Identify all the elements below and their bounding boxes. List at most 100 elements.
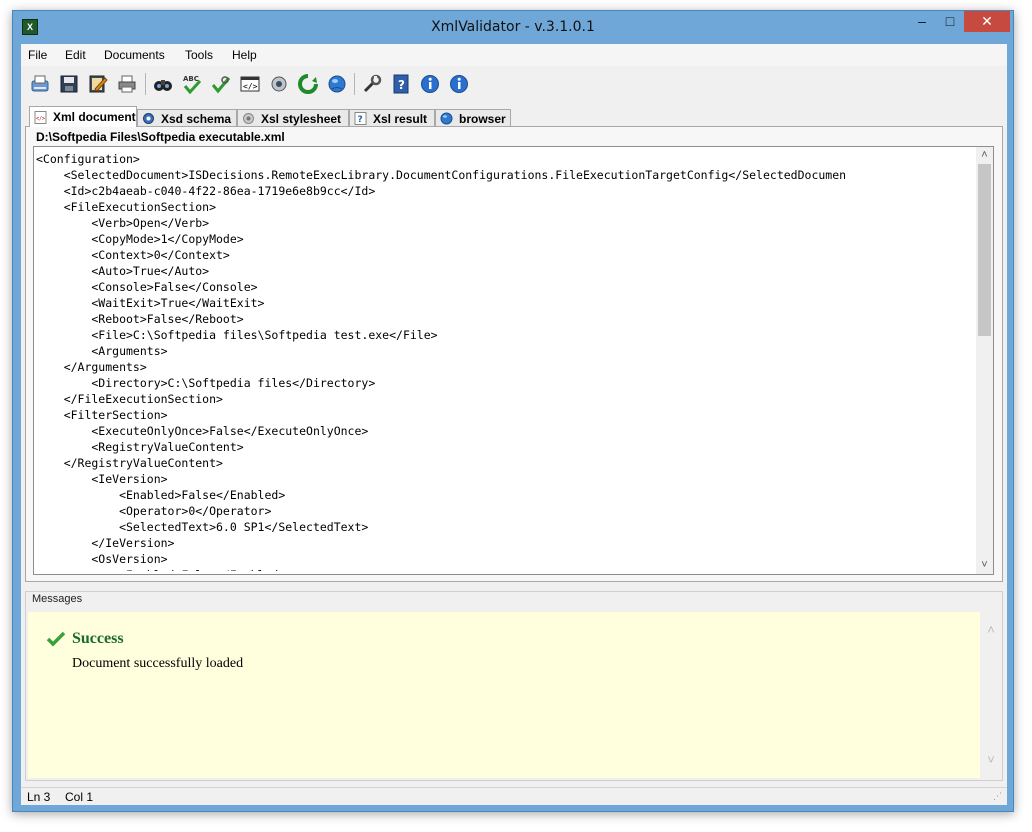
- xml-editor[interactable]: <Configuration> <SelectedDocument>ISDeci…: [33, 146, 994, 575]
- status-bar: Ln 3 Col 1 ⋰: [21, 787, 1007, 805]
- code-line[interactable]: <Id>c2b4aeab-c040-4f22-86ea-1719e6e8b9cc…: [36, 183, 972, 199]
- info-icon: [450, 75, 468, 93]
- xml-code-icon: [271, 76, 287, 92]
- window-title: XmlValidator - v.3.1.0.1: [431, 19, 595, 35]
- find-icon: [154, 80, 172, 91]
- messages-scrollbar[interactable]: ˄ ˅: [982, 612, 1000, 778]
- tab-browser[interactable]: browser: [435, 109, 511, 127]
- code-line[interactable]: <Verb>Open</Verb>: [36, 215, 972, 231]
- menu-tools[interactable]: Tools: [185, 48, 213, 62]
- tools-button[interactable]: ?: [388, 71, 414, 97]
- code-line[interactable]: <FilterSection>: [36, 407, 972, 423]
- code-line[interactable]: <File>C:\Softpedia files\Softpedia test.…: [36, 327, 972, 343]
- svg-text:?: ?: [398, 78, 405, 92]
- xsl-result-icon: ?: [354, 112, 367, 125]
- maximize-button[interactable]: □: [936, 11, 964, 32]
- edit-button[interactable]: [85, 71, 111, 97]
- code-line[interactable]: </FileExecutionSection>: [36, 391, 972, 407]
- validate-icon: [211, 76, 231, 94]
- svg-text:ABC: ABC: [183, 75, 199, 83]
- code-line[interactable]: <Configuration>: [36, 151, 972, 167]
- code-line[interactable]: <OsVersion>: [36, 551, 972, 567]
- message-text: Document successfully loaded: [72, 656, 244, 671]
- toolbar: ABC </> ?: [21, 68, 1007, 102]
- help-button[interactable]: [417, 71, 443, 97]
- save-button[interactable]: [56, 71, 82, 97]
- validate-button[interactable]: [208, 71, 234, 97]
- spellcheck-button[interactable]: ABC: [179, 71, 205, 97]
- title-bar[interactable]: X XmlValidator - v.3.1.0.1 – □ ✕: [13, 11, 1013, 44]
- settings-gear-icon: [298, 74, 318, 94]
- code-line[interactable]: <Operator>0</Operator>: [36, 503, 972, 519]
- scroll-up-icon[interactable]: ˄: [976, 147, 993, 164]
- code-line[interactable]: <RegistryValueContent>: [36, 439, 972, 455]
- xsd-schema-icon: [143, 113, 154, 124]
- close-button[interactable]: ✕: [964, 11, 1010, 32]
- code-line[interactable]: <Reboot>False</Reboot>: [36, 311, 972, 327]
- refresh-button[interactable]: [324, 71, 350, 97]
- code-line[interactable]: </Arguments>: [36, 359, 972, 375]
- status-line: Ln 3: [27, 790, 51, 804]
- tab-label: browser: [459, 111, 506, 126]
- code-line[interactable]: <SelectedText>6.0 SP1</SelectedText>: [36, 519, 972, 535]
- code-line[interactable]: <IeVersion>: [36, 471, 972, 487]
- tab-xml-document[interactable]: </> Xml document: [29, 106, 137, 127]
- tab-xsl-stylesheet[interactable]: Xsl stylesheet: [237, 109, 349, 127]
- scroll-down-icon[interactable]: ˅: [976, 557, 993, 574]
- resize-grip-icon[interactable]: ⋰: [993, 791, 1005, 803]
- menu-documents[interactable]: Documents: [104, 48, 165, 62]
- wizard-icon: </>: [240, 76, 260, 92]
- menu-file[interactable]: File: [28, 48, 47, 62]
- wizard-button[interactable]: </>: [237, 71, 263, 97]
- code-line[interactable]: <SelectedDocument>ISDecisions.RemoteExec…: [36, 167, 972, 183]
- code-line[interactable]: <Enabled>False</Enabled>: [36, 487, 972, 503]
- tools-wrench-icon: ?: [393, 74, 409, 94]
- menu-bar: File Edit Documents Tools Help: [21, 44, 1007, 66]
- code-line[interactable]: <ExecuteOnlyOnce>False</ExecuteOnlyOnce>: [36, 423, 972, 439]
- xml-code-text[interactable]: <Configuration> <SelectedDocument>ISDeci…: [36, 151, 972, 571]
- app-window: X XmlValidator - v.3.1.0.1 – □ ✕ File Ed…: [12, 10, 1014, 812]
- scroll-up-icon[interactable]: ˄: [982, 622, 1000, 640]
- code-line[interactable]: <CopyMode>1</CopyMode>: [36, 231, 972, 247]
- tab-label: Xsl result: [373, 111, 428, 126]
- code-line[interactable]: <Arguments>: [36, 343, 972, 359]
- print-button[interactable]: [114, 71, 140, 97]
- xml-code-button[interactable]: [266, 71, 292, 97]
- code-line[interactable]: </RegistryValueContent>: [36, 455, 972, 471]
- editor-vertical-scrollbar[interactable]: ˄ ˅: [976, 147, 993, 574]
- code-line[interactable]: <WaitExit>True</WaitExit>: [36, 295, 972, 311]
- code-line[interactable]: <Context>0</Context>: [36, 247, 972, 263]
- settings-button[interactable]: [295, 71, 321, 97]
- document-tabs: </> Xml document Xsd schema Xsl styleshe…: [21, 106, 1007, 127]
- code-line[interactable]: <Enabled>False</Enabled>: [36, 567, 972, 571]
- code-line[interactable]: <Console>False</Console>: [36, 279, 972, 295]
- spellcheck-icon: ABC: [183, 75, 202, 95]
- new-document-button[interactable]: [27, 71, 53, 97]
- code-line[interactable]: <Auto>True</Auto>: [36, 263, 972, 279]
- message-title: Success: [72, 630, 124, 647]
- web-button[interactable]: [359, 71, 385, 97]
- info-button[interactable]: [446, 71, 472, 97]
- toolbar-separator: [354, 73, 355, 95]
- toolbar-separator: [145, 73, 146, 95]
- svg-text:</>: </>: [243, 82, 258, 91]
- minimize-button[interactable]: –: [908, 11, 936, 32]
- tab-xsl-result[interactable]: ? Xsl result: [349, 109, 435, 127]
- code-line[interactable]: </IeVersion>: [36, 535, 972, 551]
- tab-xsd-schema[interactable]: Xsd schema: [137, 109, 237, 127]
- scrollbar-thumb[interactable]: [978, 164, 991, 336]
- refresh-icon: [328, 75, 346, 93]
- xml-document-icon: </>: [34, 110, 47, 124]
- print-icon: [118, 75, 136, 93]
- edit-icon: [89, 75, 108, 93]
- svg-text:</>: </>: [36, 116, 45, 122]
- menu-edit[interactable]: Edit: [65, 48, 86, 62]
- scroll-down-icon[interactable]: ˅: [982, 752, 1000, 770]
- find-button[interactable]: [150, 71, 176, 97]
- messages-body: Success Document successfully loaded: [28, 612, 980, 778]
- status-column: Col 1: [65, 790, 94, 804]
- code-line[interactable]: <Directory>C:\Softpedia files</Directory…: [36, 375, 972, 391]
- messages-panel: Messages Success Document successfully l…: [25, 591, 1003, 781]
- code-line[interactable]: <FileExecutionSection>: [36, 199, 972, 215]
- menu-help[interactable]: Help: [232, 48, 257, 62]
